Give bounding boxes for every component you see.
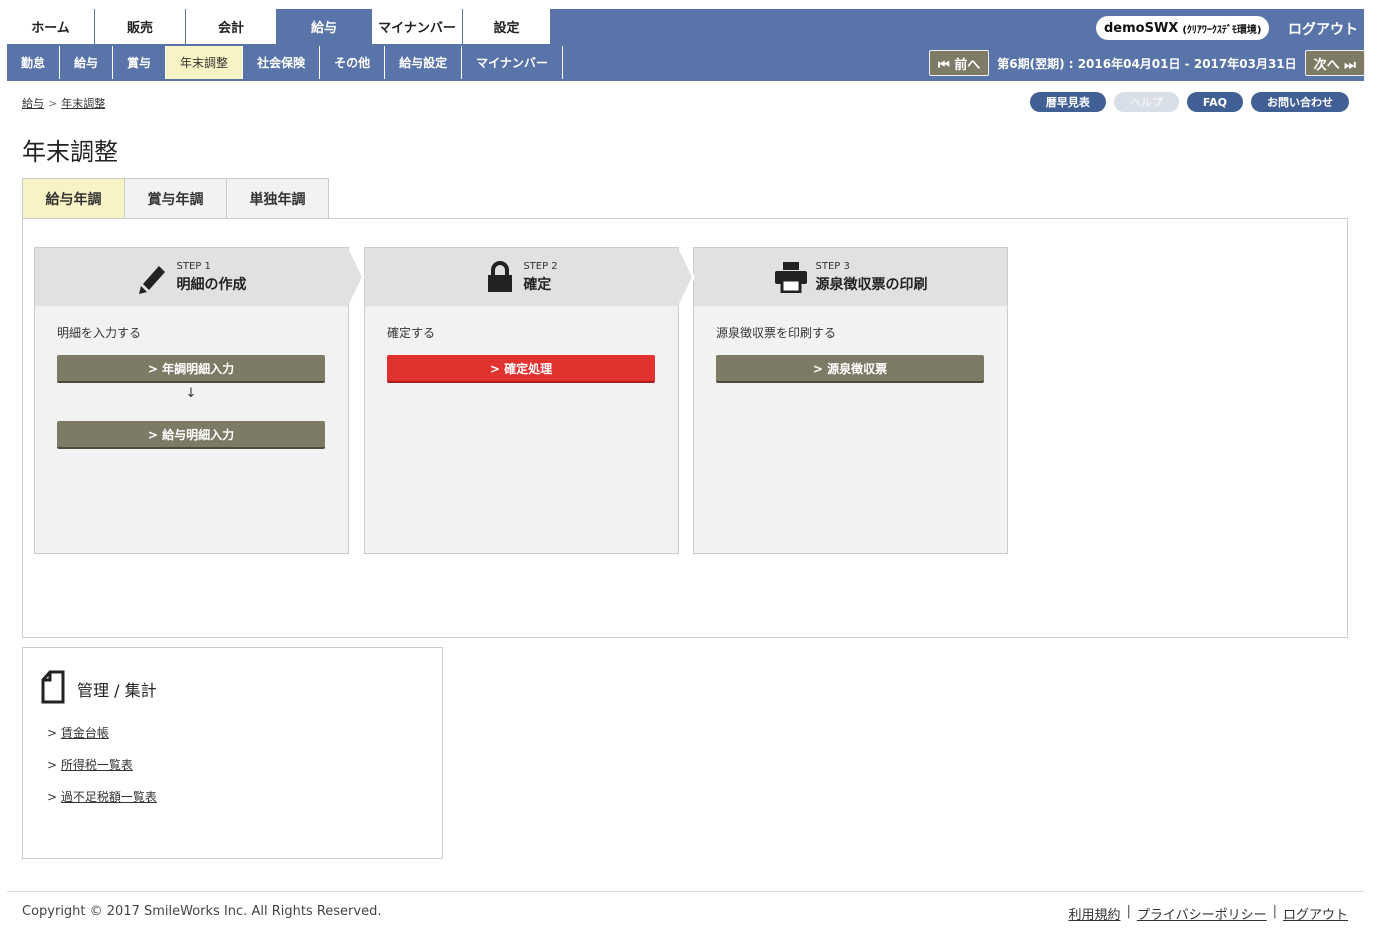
footer-divider — [7, 891, 1364, 892]
step-header-1: STEP 1 明細の作成 — [35, 248, 365, 306]
management-list: > 賃金台帳 > 所得税一覧表 > 過不足税額一覧表 — [47, 724, 157, 820]
step-description-2: 確定する — [387, 326, 436, 340]
tab-standalone-year-end[interactable]: 単独年調 — [226, 178, 329, 219]
sub-tabs: 勤怠 給与 賞与 年末調整 社会保険 その他 給与設定 マイナンバー — [7, 46, 563, 79]
tab-sales[interactable]: 販売 — [95, 9, 186, 44]
tab-salary-year-end[interactable]: 給与年調 — [22, 178, 125, 219]
footer-separator: | — [1126, 904, 1131, 919]
year-end-tabs: 給与年調 賞与年調 単独年調 — [22, 178, 329, 219]
step-name-2: 確定 — [523, 276, 552, 293]
list-prefix: > — [47, 790, 58, 804]
step-description-1: 明細を入力する — [57, 326, 142, 340]
top-navigation: ホーム 販売 会計 給与 マイナンバー 設定 demoSWX (ｸﾘｱﾜｰｸｽﾃ… — [7, 9, 1365, 81]
privacy-policy-link[interactable]: プライバシーポリシー — [1137, 904, 1267, 923]
wage-ledger-link[interactable]: 賃金台帳 — [61, 726, 109, 740]
breadcrumb: 給与 > 年末調整 — [22, 95, 105, 111]
tab-payroll[interactable]: 給与 — [277, 9, 372, 44]
page-title: 年末調整 — [22, 138, 118, 166]
step-card-2: STEP 2 確定 確定する > 確定処理 — [364, 247, 695, 554]
step-number-2: STEP 2 — [523, 260, 558, 272]
step-card-1: STEP 1 明細の作成 明細を入力する > 年調明細入力 ↓ > 給与明細入力 — [34, 247, 365, 554]
user-account-pill[interactable]: demoSWX (ｸﾘｱﾜｰｸｽﾃﾞﾓ環境) — [1096, 16, 1270, 40]
subtab-attendance[interactable]: 勤怠 — [7, 46, 61, 79]
footer-links: 利用規約 | プライバシーポリシー | ログアウト — [1068, 904, 1348, 923]
step-name-1: 明細の作成 — [176, 276, 247, 293]
tab-home[interactable]: ホーム — [7, 9, 95, 44]
step-name-3: 源泉徴収票の印刷 — [815, 276, 928, 293]
copyright-text: Copyright © 2017 SmileWorks Inc. All Rig… — [22, 904, 382, 919]
list-prefix: > — [47, 758, 58, 772]
user-environment: (ｸﾘｱﾜｰｸｽﾃﾞﾓ環境) — [1182, 24, 1262, 36]
logout-link-footer[interactable]: ログアウト — [1283, 904, 1348, 923]
list-item: > 賃金台帳 — [47, 724, 157, 756]
lock-icon — [485, 261, 515, 293]
tab-bonus-year-end[interactable]: 賞与年調 — [124, 178, 227, 219]
calendar-table-button[interactable]: 暦早見表 — [1029, 92, 1106, 112]
year-end-detail-input-button[interactable]: > 年調明細入力 — [57, 355, 325, 383]
income-tax-list-link[interactable]: 所得税一覧表 — [61, 758, 133, 772]
management-box: 管理 / 集計 > 賃金台帳 > 所得税一覧表 > 過不足税額一覧表 — [22, 647, 443, 859]
logout-link-top[interactable]: ログアウト — [1288, 19, 1358, 39]
subtab-social-insurance[interactable]: 社会保険 — [243, 46, 321, 79]
breadcrumb-year-end[interactable]: 年末調整 — [61, 97, 105, 110]
subtab-salary[interactable]: 給与 — [60, 46, 114, 79]
main-tabs: ホーム 販売 会計 給与 マイナンバー 設定 — [7, 9, 551, 44]
salary-detail-input-button[interactable]: > 給与明細入力 — [57, 421, 325, 449]
list-item: > 過不足税額一覧表 — [47, 788, 157, 820]
contact-button[interactable]: お問い合わせ — [1251, 92, 1349, 112]
subtab-mynumber[interactable]: マイナンバー — [462, 46, 563, 79]
period-navigator: ⏮ 前へ 第6期(翌期) : 2016年04月01日 - 2017年03月31日… — [929, 50, 1365, 76]
list-prefix: > — [47, 726, 58, 740]
step-number-1: STEP 1 — [176, 260, 211, 272]
step-description-3: 源泉徴収票を印刷する — [716, 326, 837, 340]
list-item: > 所得税一覧表 — [47, 756, 157, 788]
document-icon — [41, 670, 65, 708]
tab-settings[interactable]: 設定 — [463, 9, 551, 44]
terms-link[interactable]: 利用規約 — [1068, 904, 1120, 923]
subtab-year-end[interactable]: 年末調整 — [166, 46, 244, 79]
tax-difference-list-link[interactable]: 過不足税額一覧表 — [61, 790, 157, 804]
steps-panel: STEP 1 明細の作成 明細を入力する > 年調明細入力 ↓ > 給与明細入力… — [22, 218, 1348, 638]
step-number-3: STEP 3 — [815, 260, 850, 272]
step-header-3: STEP 3 源泉徴収票の印刷 — [694, 248, 1007, 306]
withholding-slip-button[interactable]: > 源泉徴収票 — [716, 355, 984, 383]
printer-icon — [774, 261, 808, 293]
subtab-other[interactable]: その他 — [320, 46, 386, 79]
management-title-text: 管理 / 集計 — [77, 681, 157, 700]
down-arrow-icon: ↓ — [185, 386, 197, 401]
breadcrumb-separator: > — [48, 97, 58, 110]
prev-period-button[interactable]: ⏮ 前へ — [929, 50, 990, 76]
step-header-2: STEP 2 確定 — [365, 248, 695, 306]
help-links: 暦早見表 ヘルプ FAQ お問い合わせ — [1029, 92, 1349, 112]
confirm-process-button[interactable]: > 確定処理 — [387, 355, 655, 383]
tab-accounting[interactable]: 会計 — [186, 9, 277, 44]
period-label: 第6期(翌期) : 2016年04月01日 - 2017年03月31日 — [997, 56, 1297, 71]
help-button[interactable]: ヘルプ — [1113, 92, 1179, 112]
management-title: 管理 / 集計 — [41, 670, 157, 708]
tab-mynumber[interactable]: マイナンバー — [372, 9, 463, 44]
footer-separator: | — [1272, 904, 1277, 919]
subtab-bonus[interactable]: 賞与 — [113, 46, 167, 79]
faq-button[interactable]: FAQ — [1186, 92, 1243, 112]
subtab-payroll-settings[interactable]: 給与設定 — [385, 46, 463, 79]
next-period-button[interactable]: 次へ ⏭ — [1304, 50, 1365, 76]
user-name: demoSWX — [1104, 20, 1179, 36]
breadcrumb-payroll[interactable]: 給与 — [22, 97, 44, 110]
pencil-icon — [137, 260, 169, 294]
step-card-3: STEP 3 源泉徴収票の印刷 源泉徴収票を印刷する > 源泉徴収票 — [693, 247, 1008, 554]
